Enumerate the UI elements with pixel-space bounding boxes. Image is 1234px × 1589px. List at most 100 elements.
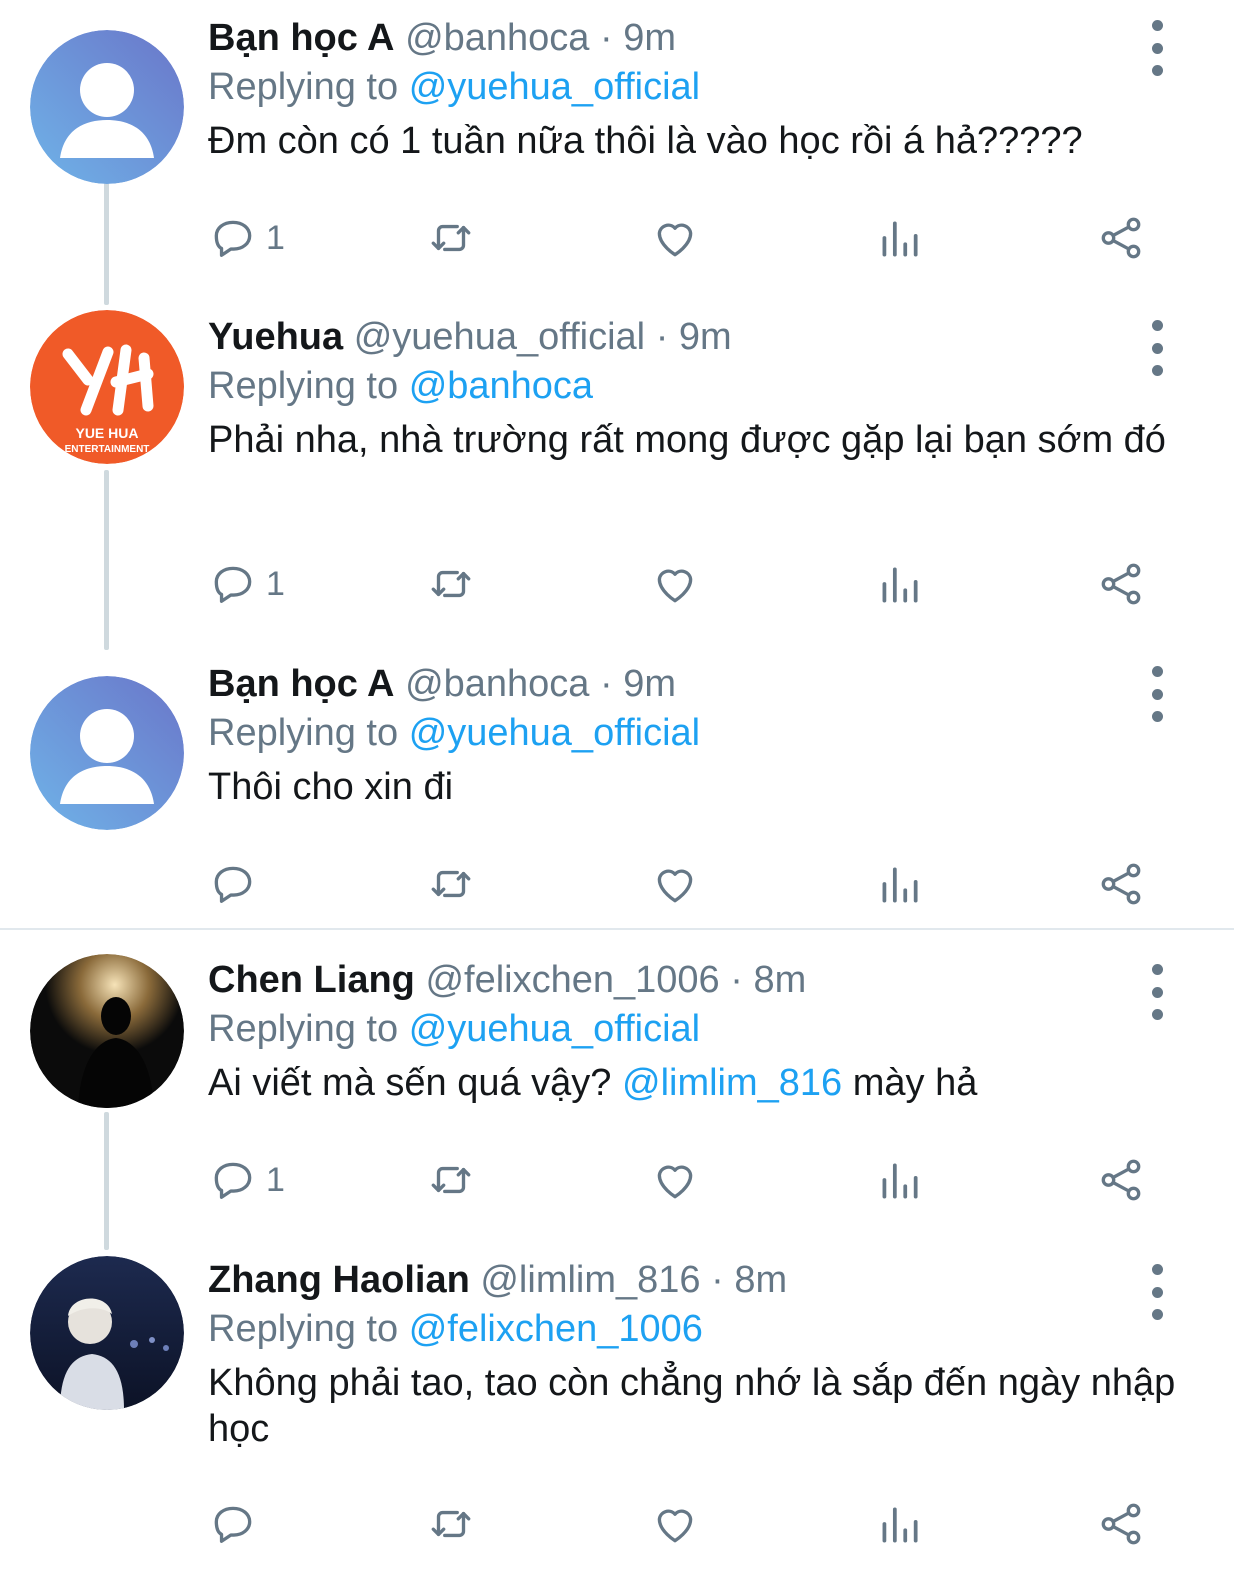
share-icon	[1101, 1503, 1141, 1545]
tweet-actions: 1	[208, 208, 1158, 268]
yuehua-logo-avatar[interactable]: YUE HUA ENTERTAINMENT	[30, 310, 184, 464]
analytics-button[interactable]	[874, 854, 924, 914]
mention-link[interactable]: @yuehua_official	[409, 66, 700, 108]
tweet[interactable]: Bạn học A @banhoca · 9m Replying to @yue…	[0, 0, 1234, 300]
timestamp[interactable]: 9m	[679, 316, 732, 358]
tweet-header: Yuehua @yuehua_official · 9m	[208, 316, 732, 358]
retweet-button[interactable]	[426, 1494, 476, 1554]
mention-link[interactable]: @limlim_816	[622, 1062, 842, 1104]
retweet-icon	[431, 870, 471, 898]
tweet-actions: 1	[208, 554, 1158, 614]
tweet-actions	[208, 854, 1158, 914]
replying-to-label: Replying to	[208, 712, 399, 754]
tweet-text: Phải nha, nhà trường rất mong được gặp l…	[208, 419, 1166, 461]
heart-icon	[657, 569, 693, 603]
share-icon	[1101, 863, 1141, 905]
handle[interactable]: @limlim_816	[480, 1259, 700, 1301]
like-button[interactable]	[650, 1494, 700, 1554]
analytics-button[interactable]	[874, 554, 924, 614]
analytics-icon	[882, 1163, 918, 1199]
replying-to: Replying to @yuehua_official	[208, 62, 1188, 112]
display-name[interactable]: Chen Liang	[208, 959, 415, 1001]
replying-to-label: Replying to	[208, 66, 399, 108]
replying-to: Replying to @yuehua_official	[208, 708, 1188, 758]
retweet-button[interactable]	[426, 208, 476, 268]
mention-link[interactable]: @banhoca	[409, 365, 593, 407]
display-name[interactable]: Zhang Haolian	[208, 1259, 470, 1301]
logo-text-2: ENTERTAINMENT	[65, 444, 150, 455]
reply-button[interactable]	[208, 1494, 266, 1554]
timestamp[interactable]: 9m	[623, 663, 676, 705]
tweet[interactable]: Bạn học A @banhoca · 9m Replying to @yue…	[0, 650, 1234, 928]
reply-icon	[214, 866, 252, 903]
tweet-text: Không phải tao, tao còn chẳng nhớ là sắp…	[208, 1362, 1176, 1450]
mention-link[interactable]: @felixchen_1006	[409, 1308, 703, 1350]
handle[interactable]: @yuehua_official	[354, 316, 645, 358]
analytics-button[interactable]	[874, 208, 924, 268]
retweet-icon	[431, 1510, 471, 1538]
reply-count: 1	[266, 1160, 285, 1199]
tweet-header: Zhang Haolian @limlim_816 · 8m	[208, 1259, 788, 1301]
like-button[interactable]	[650, 1150, 700, 1210]
analytics-button[interactable]	[874, 1150, 924, 1210]
reply-count: 1	[266, 564, 285, 603]
reply-count: 1	[266, 218, 285, 257]
like-button[interactable]	[650, 554, 700, 614]
reply-button[interactable]: 1	[208, 1150, 285, 1210]
tweet[interactable]: Zhang Haolian @limlim_816 · 8m Replying …	[0, 1250, 1234, 1589]
reply-button[interactable]: 1	[208, 554, 285, 614]
display-name[interactable]: Bạn học A	[208, 663, 395, 705]
night-photo-avatar[interactable]	[30, 1256, 184, 1410]
like-button[interactable]	[650, 208, 700, 268]
timestamp[interactable]: 9m	[623, 17, 676, 59]
more-options-icon[interactable]	[1142, 1264, 1172, 1320]
retweet-button[interactable]	[426, 554, 476, 614]
tweet[interactable]: Chen Liang @felixchen_1006 · 8m Replying…	[0, 930, 1234, 1250]
like-button[interactable]	[650, 854, 700, 914]
silhouette-photo-avatar[interactable]	[30, 954, 184, 1108]
more-options-icon[interactable]	[1142, 666, 1172, 722]
mention-link[interactable]: @yuehua_official	[409, 1008, 700, 1050]
analytics-icon	[882, 867, 918, 903]
tweet[interactable]: YUE HUA ENTERTAINMENT Yuehua @yuehua_off…	[0, 300, 1234, 650]
reply-icon	[214, 220, 252, 257]
heart-icon	[657, 1165, 693, 1199]
share-button[interactable]	[1096, 1494, 1146, 1554]
default-avatar-icon[interactable]	[30, 30, 184, 184]
tweet-text-part: Ai viết mà sến quá vậy?	[208, 1062, 612, 1104]
replying-to: Replying to @banhoca	[208, 361, 1188, 411]
tweet-text: Thôi cho xin đi	[208, 766, 454, 808]
more-options-icon[interactable]	[1142, 964, 1172, 1020]
share-button[interactable]	[1096, 554, 1146, 614]
reply-button[interactable]: 1	[208, 208, 285, 268]
reply-button[interactable]	[208, 854, 266, 914]
tweet-actions	[208, 1494, 1158, 1554]
share-button[interactable]	[1096, 1150, 1146, 1210]
analytics-icon	[882, 221, 918, 257]
handle[interactable]: @banhoca	[405, 17, 589, 59]
default-avatar-icon[interactable]	[30, 676, 184, 830]
timestamp[interactable]: 8m	[734, 1259, 787, 1301]
reply-icon	[214, 1506, 252, 1543]
heart-icon	[657, 869, 693, 903]
mention-link[interactable]: @yuehua_official	[409, 712, 700, 754]
tweet-header: Chen Liang @felixchen_1006 · 8m	[208, 959, 807, 1001]
tweet-header: Bạn học A @banhoca · 9m	[208, 663, 677, 705]
retweet-button[interactable]	[426, 1150, 476, 1210]
share-button[interactable]	[1096, 208, 1146, 268]
share-button[interactable]	[1096, 854, 1146, 914]
more-options-icon[interactable]	[1142, 20, 1172, 76]
analytics-button[interactable]	[874, 1494, 924, 1554]
more-options-icon[interactable]	[1142, 320, 1172, 376]
retweet-button[interactable]	[426, 854, 476, 914]
reply-icon	[214, 566, 252, 603]
tweet-text: Ai viết mà sến quá vậy? @limlim_816 mày …	[208, 1060, 1188, 1106]
timestamp[interactable]: 8m	[753, 959, 806, 1001]
handle[interactable]: @banhoca	[405, 663, 589, 705]
display-name[interactable]: Yuehua	[208, 316, 343, 358]
analytics-icon	[882, 1507, 918, 1543]
heart-icon	[657, 223, 693, 257]
replying-to: Replying to @yuehua_official	[208, 1004, 1188, 1054]
handle[interactable]: @felixchen_1006	[425, 959, 719, 1001]
display-name[interactable]: Bạn học A	[208, 17, 395, 59]
